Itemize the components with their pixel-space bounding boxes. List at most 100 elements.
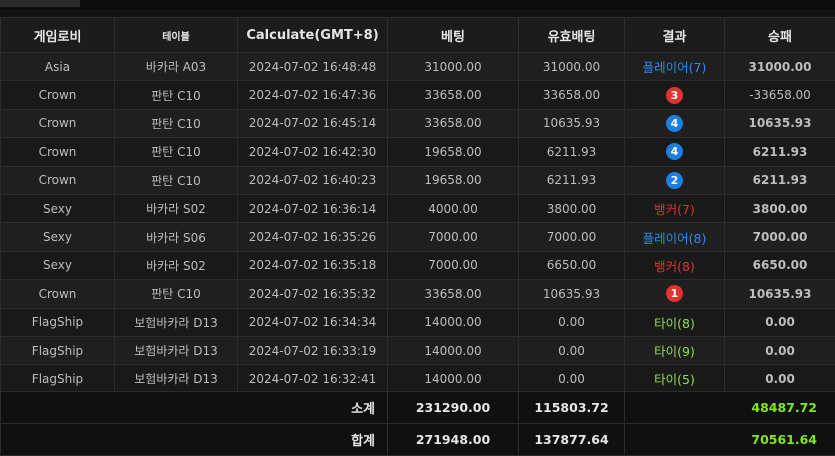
table-header-row: 게임로비 테이블 Calculate(GMT+8) 베팅 유효배팅 결과 승패: [1, 18, 835, 53]
result-label: 플레이어(8): [643, 231, 707, 246]
subtotal-win-loss: 48487.72: [625, 392, 835, 424]
game-lobby-cell: Sexy: [1, 223, 115, 251]
calculate-time-cell: 2024-07-02 16:35:26: [238, 223, 388, 251]
table-row: Crown판탄 C102024-07-02 16:35:3233658.0010…: [1, 280, 835, 308]
table-name-cell: 판탄 C10: [115, 166, 238, 194]
game-lobby-cell: Crown: [1, 81, 115, 109]
col-header-win-loss[interactable]: 승패: [725, 18, 835, 53]
calculate-time-cell: 2024-07-02 16:47:36: [238, 81, 388, 109]
total-row: 합계 271948.00 137877.64 70561.64: [1, 424, 835, 456]
table-name-cell: 바카라 S02: [115, 194, 238, 222]
table-row: Crown판탄 C102024-07-02 16:45:1433658.0010…: [1, 109, 835, 137]
valid-bet-cell: 10635.93: [519, 280, 625, 308]
result-cell: 타이(9): [625, 336, 725, 364]
result-cell: 3: [625, 81, 725, 109]
bet-cell: 7000.00: [388, 251, 519, 279]
result-number-badge: 2: [666, 172, 683, 189]
result-label: 타이(5): [654, 372, 695, 387]
win-loss-cell: 0.00: [725, 308, 835, 336]
valid-bet-cell: 31000.00: [519, 53, 625, 81]
win-loss-cell: 6211.93: [725, 138, 835, 166]
result-cell: 4: [625, 109, 725, 137]
result-cell: 2: [625, 166, 725, 194]
bet-cell: 19658.00: [388, 138, 519, 166]
total-valid-bet: 137877.64: [519, 424, 625, 456]
top-tab[interactable]: [0, 0, 80, 7]
valid-bet-cell: 6211.93: [519, 138, 625, 166]
game-lobby-cell: Sexy: [1, 251, 115, 279]
subtotal-bet: 231290.00: [388, 392, 519, 424]
result-label: 플레이어(7): [643, 60, 707, 75]
table-row: Sexy바카라 S062024-07-02 16:35:267000.00700…: [1, 223, 835, 251]
bet-cell: 4000.00: [388, 194, 519, 222]
result-cell: 플레이어(8): [625, 223, 725, 251]
result-cell: 뱅커(8): [625, 251, 725, 279]
table-name-cell: 보험바카라 D13: [115, 308, 238, 336]
col-header-valid-bet[interactable]: 유효배팅: [519, 18, 625, 53]
result-label: 타이(9): [654, 344, 695, 359]
col-header-result[interactable]: 결과: [625, 18, 725, 53]
win-loss-cell: 0.00: [725, 336, 835, 364]
total-label: 합계: [1, 424, 388, 456]
result-label: 뱅커(7): [654, 202, 695, 217]
game-lobby-cell: FlagShip: [1, 365, 115, 393]
bet-cell: 33658.00: [388, 109, 519, 137]
calculate-time-cell: 2024-07-02 16:42:30: [238, 138, 388, 166]
game-lobby-cell: FlagShip: [1, 308, 115, 336]
valid-bet-cell: 0.00: [519, 308, 625, 336]
table-row: Crown판탄 C102024-07-02 16:47:3633658.0033…: [1, 81, 835, 109]
totals-table: 소계 231290.00 115803.72 48487.72 합계 27194…: [0, 391, 835, 456]
calculate-time-cell: 2024-07-02 16:36:14: [238, 194, 388, 222]
calculate-time-cell: 2024-07-02 16:33:19: [238, 336, 388, 364]
game-lobby-cell: Sexy: [1, 194, 115, 222]
result-cell: 플레이어(7): [625, 53, 725, 81]
bet-cell: 14000.00: [388, 365, 519, 393]
bet-cell: 14000.00: [388, 308, 519, 336]
result-cell: 4: [625, 138, 725, 166]
calculate-time-cell: 2024-07-02 16:35:32: [238, 280, 388, 308]
col-header-table[interactable]: 테이블: [115, 18, 238, 53]
result-cell: 1: [625, 280, 725, 308]
col-header-bet[interactable]: 베팅: [388, 18, 519, 53]
table-row: Sexy바카라 S022024-07-02 16:35:187000.00665…: [1, 251, 835, 279]
bet-cell: 31000.00: [388, 53, 519, 81]
result-cell: 뱅커(7): [625, 194, 725, 222]
table-name-cell: 바카라 A03: [115, 53, 238, 81]
game-lobby-cell: Crown: [1, 138, 115, 166]
table-row: FlagShip보험바카라 D132024-07-02 16:33:191400…: [1, 336, 835, 364]
table-name-cell: 바카라 S02: [115, 251, 238, 279]
col-header-calculate[interactable]: Calculate(GMT+8): [238, 18, 388, 53]
game-lobby-cell: Crown: [1, 166, 115, 194]
table-name-cell: 판탄 C10: [115, 109, 238, 137]
table-name-cell: 보험바카라 D13: [115, 365, 238, 393]
table-name-cell: 판탄 C10: [115, 280, 238, 308]
valid-bet-cell: 3800.00: [519, 194, 625, 222]
table-row: Asia바카라 A032024-07-02 16:48:4831000.0031…: [1, 53, 835, 81]
table-name-cell: 판탄 C10: [115, 81, 238, 109]
result-number-badge: 3: [666, 87, 683, 104]
col-header-game-lobby[interactable]: 게임로비: [1, 18, 115, 53]
result-cell: 타이(8): [625, 308, 725, 336]
result-number-badge: 4: [666, 115, 683, 132]
win-loss-cell: 10635.93: [725, 109, 835, 137]
valid-bet-cell: 0.00: [519, 336, 625, 364]
subtotal-row: 소계 231290.00 115803.72 48487.72: [1, 392, 835, 424]
win-loss-cell: 31000.00: [725, 53, 835, 81]
table-row: FlagShip보험바카라 D132024-07-02 16:34:341400…: [1, 308, 835, 336]
calculate-time-cell: 2024-07-02 16:35:18: [238, 251, 388, 279]
win-loss-cell: 10635.93: [725, 280, 835, 308]
bet-history-table: 게임로비 테이블 Calculate(GMT+8) 베팅 유효배팅 결과 승패 …: [0, 17, 835, 394]
total-win-loss: 70561.64: [625, 424, 835, 456]
result-label: 뱅커(8): [654, 259, 695, 274]
bet-cell: 14000.00: [388, 336, 519, 364]
subtotal-valid-bet: 115803.72: [519, 392, 625, 424]
calculate-time-cell: 2024-07-02 16:32:41: [238, 365, 388, 393]
calculate-time-cell: 2024-07-02 16:48:48: [238, 53, 388, 81]
win-loss-cell: 7000.00: [725, 223, 835, 251]
subtotal-label: 소계: [1, 392, 388, 424]
valid-bet-cell: 6650.00: [519, 251, 625, 279]
table-body: Asia바카라 A032024-07-02 16:48:4831000.0031…: [1, 53, 835, 394]
table-row: Crown판탄 C102024-07-02 16:42:3019658.0062…: [1, 138, 835, 166]
win-loss-cell: 6211.93: [725, 166, 835, 194]
valid-bet-cell: 0.00: [519, 365, 625, 393]
